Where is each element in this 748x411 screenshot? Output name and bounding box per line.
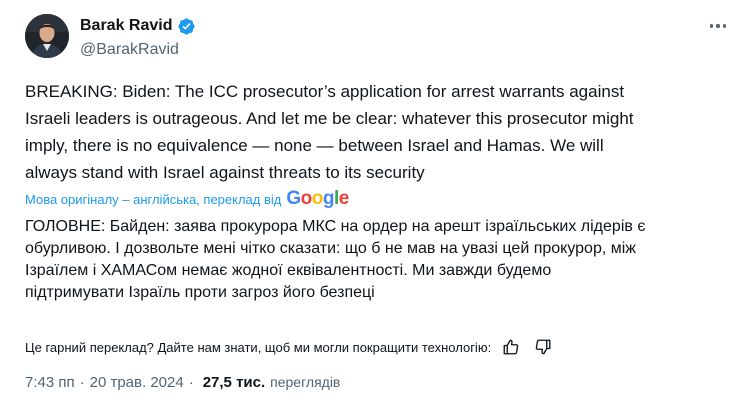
more-options-icon[interactable] bbox=[706, 14, 730, 38]
more-dot bbox=[709, 24, 714, 28]
translated-line: обурливою. І дозвольте мені чітко сказат… bbox=[25, 240, 636, 257]
tweet-line: always stand with Israel against threats… bbox=[25, 163, 425, 182]
thumbs-up-icon[interactable] bbox=[499, 336, 523, 358]
translation-feedback: Це гарний переклад? Дайте нам знати, щоб… bbox=[25, 336, 555, 358]
translated-line: ГОЛОВНЕ: Байден: заява прокурора МКС на … bbox=[25, 218, 646, 235]
feedback-question: Це гарний переклад? Дайте нам знати, щоб… bbox=[25, 339, 492, 355]
tweet-line: Israeli leaders is outrageous. And let m… bbox=[25, 109, 634, 128]
verified-badge-icon[interactable] bbox=[177, 17, 196, 36]
translation-attribution[interactable]: Мова оригіналу – англійська, переклад ві… bbox=[25, 189, 349, 209]
meta-separator: · bbox=[188, 374, 194, 391]
more-dot bbox=[722, 24, 727, 28]
translated-text: ГОЛОВНЕ: Байден: заява прокурора МКС на … bbox=[25, 216, 747, 304]
tweet-line: BREAKING: Biden: The ICC prosecutor’s ap… bbox=[25, 82, 625, 101]
tweet-meta: 7:43 пп · 20 трав. 2024 · 27,5 тис. пере… bbox=[25, 374, 340, 391]
translation-note-text: Мова оригіналу – англійська, переклад ві… bbox=[25, 191, 282, 207]
avatar[interactable] bbox=[25, 14, 69, 58]
thumbs-down-icon[interactable] bbox=[531, 336, 555, 358]
views-count: 27,5 тис. bbox=[202, 374, 266, 391]
views-label: переглядів bbox=[270, 374, 341, 390]
tweet-text: BREAKING: Biden: The ICC prosecutor’s ap… bbox=[25, 78, 725, 186]
tweet-time[interactable]: 7:43 пп bbox=[25, 374, 75, 391]
more-dot bbox=[716, 24, 720, 28]
google-logo: Google bbox=[286, 188, 349, 209]
translated-line: підтримувати Ізраїль проти загроз його б… bbox=[25, 284, 375, 301]
meta-separator: · bbox=[79, 374, 85, 391]
translated-line: Ізраїлем і ХАМАСом немає жодної еквівале… bbox=[25, 262, 552, 279]
avatar-photo bbox=[25, 14, 69, 58]
handle[interactable]: @BarakRavid bbox=[80, 40, 196, 60]
tweet-date[interactable]: 20 трав. 2024 bbox=[90, 374, 184, 391]
tweet-line: imply, there is no equivalence — none — … bbox=[25, 136, 604, 155]
author-info: Barak Ravid @BarakRavid bbox=[80, 16, 196, 60]
display-name[interactable]: Barak Ravid bbox=[80, 16, 173, 36]
name-row: Barak Ravid bbox=[80, 16, 196, 36]
